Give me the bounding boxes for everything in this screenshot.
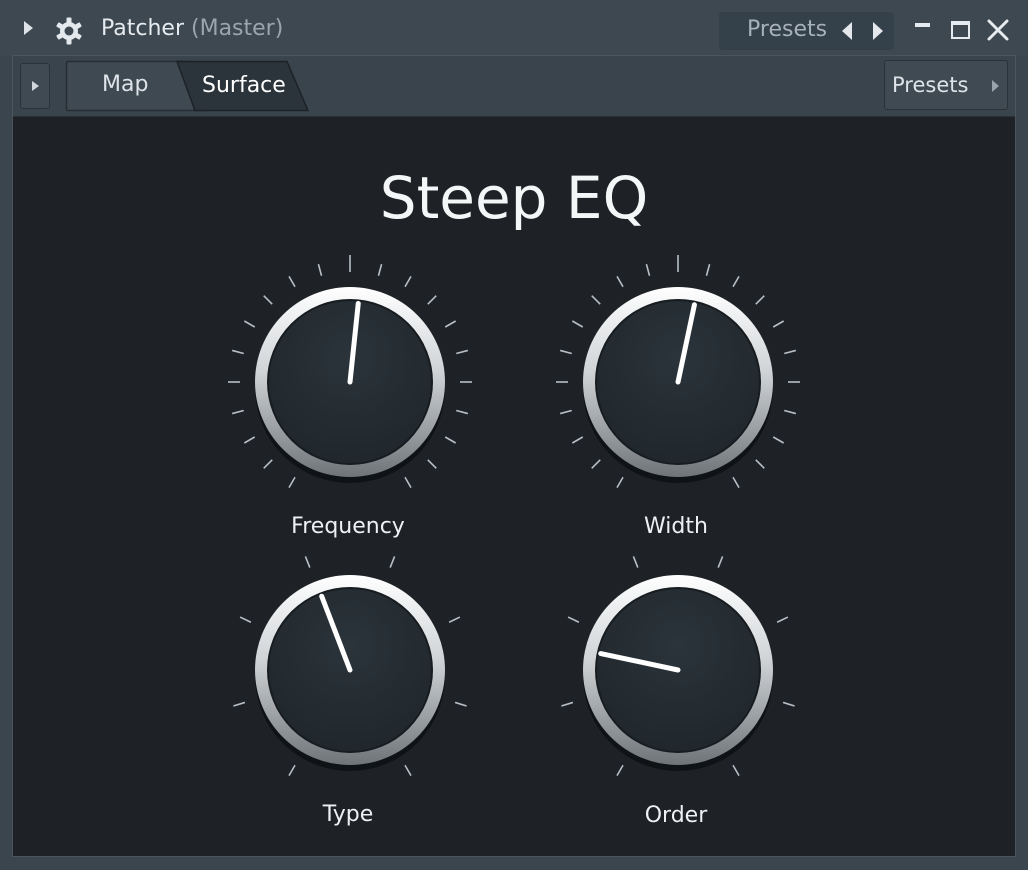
knob-tick xyxy=(632,556,639,568)
knob-tick xyxy=(427,295,437,305)
knob-tick xyxy=(616,275,624,288)
knob-tick xyxy=(243,320,256,328)
knob-tick xyxy=(559,349,572,355)
window-title-text: Patcher xyxy=(101,16,185,41)
title-presets-button[interactable]: Presets xyxy=(747,15,827,45)
knob-tick xyxy=(772,320,785,328)
knob-tick xyxy=(755,459,765,469)
knob-tick xyxy=(427,459,437,469)
knob-tick xyxy=(444,320,457,328)
prev-arrow-icon[interactable] xyxy=(842,22,852,40)
knob-tick xyxy=(239,616,252,623)
knob-tick xyxy=(444,436,457,444)
knob-width[interactable] xyxy=(556,255,800,489)
knob-tick xyxy=(231,409,244,415)
window-title: Patcher (Master) xyxy=(101,14,283,44)
maximize-icon[interactable] xyxy=(951,21,970,39)
knob-tick xyxy=(645,263,651,276)
knob-tick xyxy=(263,295,273,305)
gear-icon[interactable] xyxy=(54,16,84,46)
knob-tick xyxy=(591,295,601,305)
knob-tick xyxy=(561,701,574,707)
knob-tick xyxy=(755,295,765,305)
knob-tick xyxy=(772,436,785,444)
expand-arrow-icon[interactable] xyxy=(24,21,33,35)
knob-tick xyxy=(288,275,296,288)
knob-order[interactable] xyxy=(561,556,795,777)
knob-type[interactable] xyxy=(233,556,467,777)
knob-tick xyxy=(231,349,244,355)
next-arrow-icon[interactable] xyxy=(873,22,883,40)
knob-tick xyxy=(317,263,323,276)
knob-tick xyxy=(782,701,795,707)
title-bar: Patcher (Master) Presets xyxy=(0,0,1028,56)
knob-label-type: Type xyxy=(322,802,374,827)
knob-tick xyxy=(404,476,412,489)
knob-label-frequency: Frequency xyxy=(291,514,405,539)
knob-tick xyxy=(389,556,396,568)
knob-tick xyxy=(404,764,412,777)
knob-tick xyxy=(591,459,601,469)
knob-tick xyxy=(705,263,711,276)
knob-tick xyxy=(616,764,624,777)
knob-tick xyxy=(571,320,584,328)
knob-tick xyxy=(784,409,797,415)
knob-tick xyxy=(377,263,383,276)
knob-tick xyxy=(717,556,724,568)
plugin-frame: Map Surface Presets Steep EQ Frequency W… xyxy=(13,56,1015,856)
knob-tick xyxy=(288,764,296,777)
knob-tick xyxy=(448,616,461,623)
knob-tick xyxy=(454,701,467,707)
knob-tick xyxy=(776,616,789,623)
knob-label-width: Width xyxy=(644,514,708,539)
knob-tick xyxy=(567,616,580,623)
knob-tick xyxy=(732,275,740,288)
knob-tick xyxy=(456,349,469,355)
knob-frequency[interactable] xyxy=(228,255,472,489)
knob-tick xyxy=(263,459,273,469)
knob-tick xyxy=(784,349,797,355)
close-icon[interactable] xyxy=(986,18,1010,42)
knob-tick xyxy=(732,764,740,777)
knob-tick xyxy=(304,556,311,568)
minimize-icon[interactable] xyxy=(915,23,930,27)
knob-tick xyxy=(571,436,584,444)
title-presets-group: Presets xyxy=(719,12,894,50)
knob-tick xyxy=(732,476,740,489)
knob-layer xyxy=(228,255,800,777)
window-subtitle: (Master) xyxy=(191,16,284,41)
knob-tick xyxy=(233,701,246,707)
knob-tick xyxy=(559,409,572,415)
knob-tick xyxy=(243,436,256,444)
knob-tick xyxy=(456,409,469,415)
knob-label-order: Order xyxy=(644,803,708,828)
knob-tick xyxy=(404,275,412,288)
knob-tick xyxy=(288,476,296,489)
knob-tick xyxy=(616,476,624,489)
